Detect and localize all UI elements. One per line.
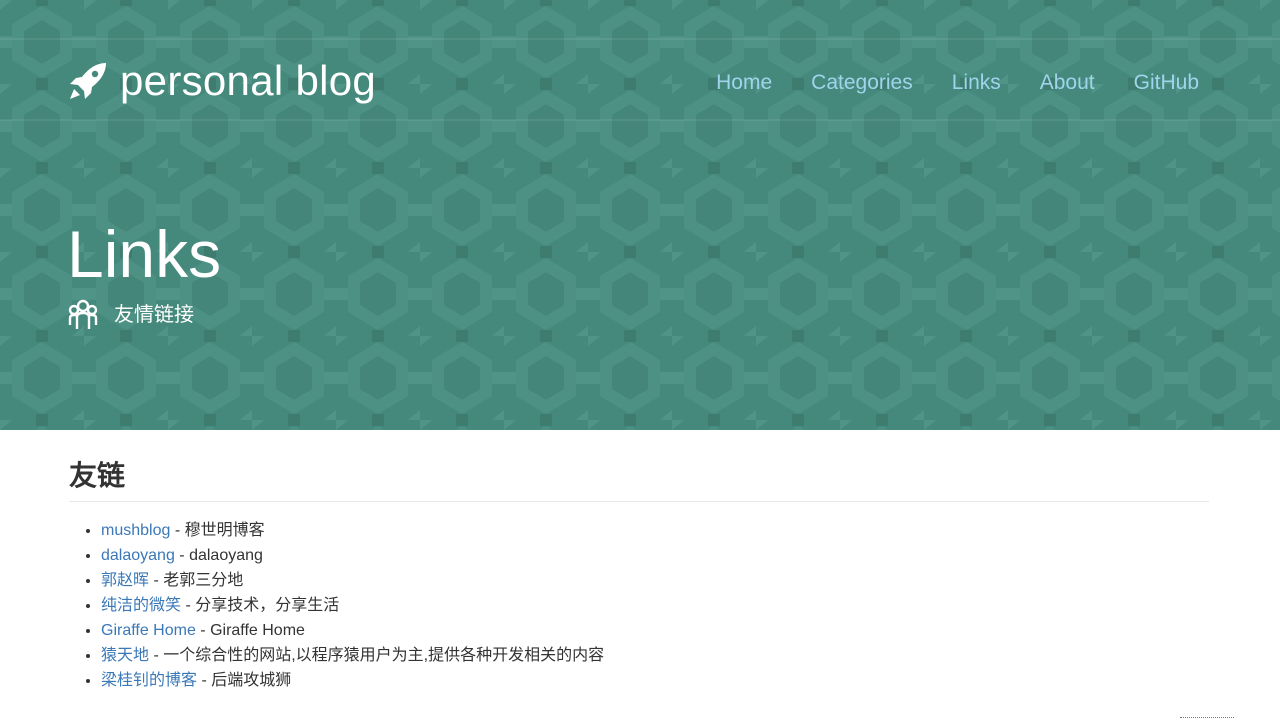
link-description: - 老郭三分地 xyxy=(149,572,244,589)
main-nav: Home Categories Links About GitHub xyxy=(716,68,1199,98)
section-heading: 友链 xyxy=(69,430,1209,502)
main-content: 友链 mushblog - 穆世明博客 dalaoyang - dalaoyan… xyxy=(69,430,1209,693)
friend-link-guozhaohui[interactable]: 郭赵晖 xyxy=(101,572,149,589)
friend-link-mushblog[interactable]: mushblog xyxy=(101,522,170,539)
subtitle-text: 友情链接 xyxy=(114,304,194,326)
friend-link-yuantiandi[interactable]: 猿天地 xyxy=(101,647,149,664)
page-title: Links xyxy=(67,217,222,291)
link-description: - 后端攻城狮 xyxy=(197,672,292,689)
rocket-icon xyxy=(70,63,106,99)
brand-link[interactable]: personal blog xyxy=(68,56,376,106)
list-item: 郭赵晖 - 老郭三分地 xyxy=(101,568,1209,593)
header-divider-top xyxy=(0,38,1280,40)
brand-title: personal blog xyxy=(120,57,377,104)
list-item: mushblog - 穆世明博客 xyxy=(101,518,1209,543)
page-bottom-divider xyxy=(1180,717,1234,719)
nav-links[interactable]: Links xyxy=(952,68,1001,98)
page-subtitle: 友情链接 xyxy=(68,298,194,332)
friend-link-giraffe-home[interactable]: Giraffe Home xyxy=(101,622,196,639)
nav-categories[interactable]: Categories xyxy=(811,68,913,98)
nav-home[interactable]: Home xyxy=(716,68,772,98)
list-item: 猿天地 - 一个综合性的网站,以程序猿用户为主,提供各种开发相关的内容 xyxy=(101,643,1209,668)
users-icon xyxy=(68,299,98,329)
nav-github[interactable]: GitHub xyxy=(1134,68,1199,98)
list-item: 纯洁的微笑 - 分享技术，分享生活 xyxy=(101,593,1209,618)
friend-link-dalaoyang[interactable]: dalaoyang xyxy=(101,547,175,564)
link-description: - Giraffe Home xyxy=(195,622,305,639)
list-item: 梁桂钊的博客 - 后端攻城狮 xyxy=(101,668,1209,693)
link-description: - 穆世明博客 xyxy=(170,522,265,539)
friend-link-liangguizhao[interactable]: 梁桂钊的博客 xyxy=(101,672,197,689)
list-item: dalaoyang - dalaoyang xyxy=(101,543,1209,568)
page-header: personal blog Home Categories Links Abou… xyxy=(0,0,1280,430)
link-description: - dalaoyang xyxy=(174,547,263,564)
link-description: - 一个综合性的网站,以程序猿用户为主,提供各种开发相关的内容 xyxy=(149,647,605,664)
friend-link-pure-smile[interactable]: 纯洁的微笑 xyxy=(101,597,181,614)
friend-links-list: mushblog - 穆世明博客 dalaoyang - dalaoyang 郭… xyxy=(69,518,1209,693)
link-description: - 分享技术，分享生活 xyxy=(181,597,340,614)
header-divider-bottom xyxy=(0,119,1280,121)
list-item: Giraffe Home - Giraffe Home xyxy=(101,618,1209,643)
nav-about[interactable]: About xyxy=(1040,68,1095,98)
